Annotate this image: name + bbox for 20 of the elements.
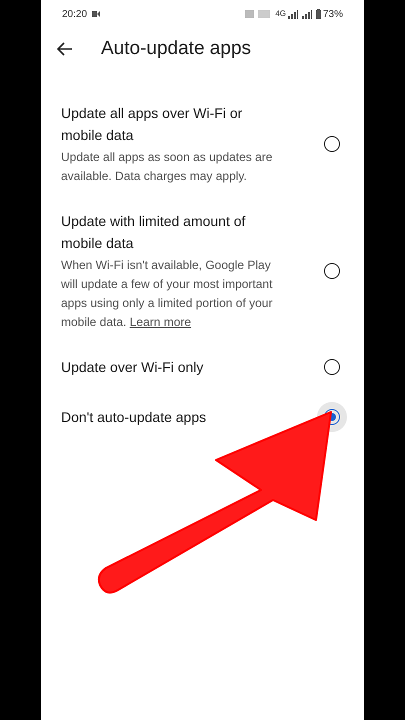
option-title: Update over Wi-Fi only: [61, 358, 204, 377]
network-type: 4G: [275, 8, 286, 20]
option-description: When Wi-Fi isn't available, Google Play will update a few of your most important apps using only a limited portion of your mobile data. Learn more: [61, 257, 274, 331]
back-button[interactable]: [56, 40, 74, 58]
camera-icon: [92, 11, 100, 17]
radio-button[interactable]: [324, 136, 340, 152]
radio-button[interactable]: [324, 359, 340, 375]
clock-time: 20:20: [62, 8, 88, 22]
learn-more-link[interactable]: Learn more: [130, 315, 192, 329]
back-arrow-icon: [57, 42, 73, 56]
battery-percent: 73%: [322, 8, 343, 22]
option-description: Update all apps as soon as updates are available. Data charges may apply.: [61, 149, 274, 185]
radio-button[interactable]: [324, 263, 340, 279]
battery-icon: [316, 9, 321, 19]
signal-icon: [288, 10, 298, 18]
signal-icon: [302, 10, 312, 18]
page-title: Auto-update apps: [101, 36, 252, 61]
option-title: Don't auto-update apps: [61, 408, 208, 427]
option-title: Update with limited amount of mobile data: [61, 212, 246, 253]
option-title: Update all apps over Wi-Fi or mobile data: [61, 104, 244, 145]
